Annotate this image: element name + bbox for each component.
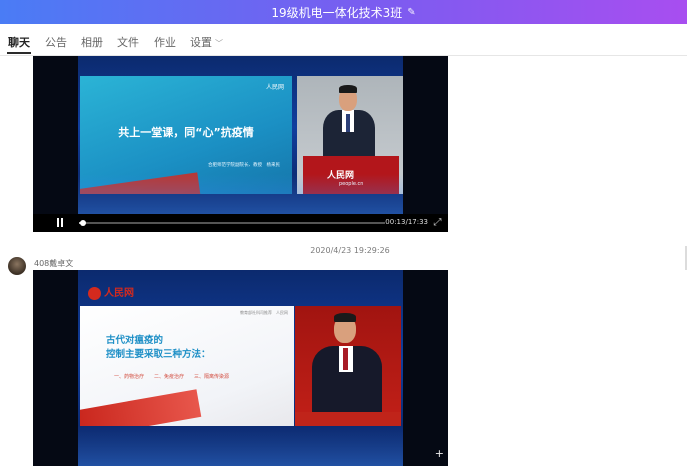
- decorative-swoosh: [80, 389, 202, 426]
- tab-homework[interactable]: 作业: [154, 34, 176, 50]
- time-display: 00:13/17:33: [385, 218, 428, 226]
- chat-area[interactable]: 人民网 共上一堂课，同“心”抗疫情 合肥师范学院副院长、教授 杨来民 人民网 p…: [0, 56, 687, 466]
- group-title[interactable]: 19级机电一体化技术3班: [271, 4, 402, 21]
- video-frame: 人民网 教育部社科司推荐 人民网 古代对瘟疫的 控制主要采取三种方法： 一、药物…: [78, 270, 403, 466]
- video-controls: 00:13/17:33 ⤢: [33, 214, 448, 232]
- tab-chat[interactable]: 聊天: [8, 34, 30, 50]
- title-bar: 19级机电一体化技术3班 ✎: [0, 0, 687, 24]
- podium-url: people.cn: [339, 181, 364, 187]
- presentation-slide: 人民网 共上一堂课，同“心”抗疫情 合肥师范学院副院长、教授 杨来民: [80, 76, 292, 194]
- decorative-swoosh: [80, 172, 202, 194]
- logo: 人民网: [88, 284, 134, 300]
- sender-name: 408戴卓文: [34, 259, 74, 268]
- avatar[interactable]: [8, 257, 26, 275]
- progress-knob[interactable]: [79, 220, 86, 226]
- podium: 人民网 people.cn: [303, 156, 399, 194]
- tab-files[interactable]: 文件: [117, 34, 139, 50]
- podium: [295, 412, 401, 426]
- slide-logo: 人民网: [265, 84, 284, 91]
- speaker-image: 人民网 people.cn: [297, 76, 403, 194]
- message-timestamp: 2020/4/23 19:29:26: [310, 246, 390, 255]
- expand-icon[interactable]: +: [435, 447, 444, 460]
- tab-album[interactable]: 相册: [81, 34, 103, 50]
- chevron-down-icon: ﹀: [215, 39, 223, 48]
- slide-header: 教育部社科司推荐 人民网: [240, 310, 288, 315]
- slide-title: 共上一堂课，同“心”抗疫情: [118, 126, 254, 139]
- speaker-image: [295, 306, 401, 426]
- active-tab-indicator: [7, 52, 31, 54]
- pause-icon[interactable]: [56, 218, 64, 227]
- tab-bar: 聊天 公告 相册 文件 作业 设置 ﹀: [0, 24, 687, 56]
- podium-logo: 人民网: [327, 171, 355, 181]
- logo-text: 人民网: [104, 288, 134, 299]
- pencil-icon[interactable]: ✎: [407, 7, 415, 18]
- presentation-slide: 教育部社科司推荐 人民网 古代对瘟疫的 控制主要采取三种方法： 一、药物治疗 二…: [80, 306, 294, 426]
- video-message[interactable]: 人民网 共上一堂课，同“心”抗疫情 合肥师范学院副院长、教授 杨来民 人民网 p…: [33, 56, 448, 232]
- tab-settings[interactable]: 设置 ﹀: [190, 34, 223, 50]
- slide-subtitle: 合肥师范学院副院长、教授 杨来民: [208, 163, 280, 168]
- video-frame: 人民网 共上一堂课，同“心”抗疫情 合肥师范学院副院长、教授 杨来民 人民网 p…: [78, 56, 403, 214]
- logo-icon: [88, 287, 101, 300]
- slide-title: 古代对瘟疫的 控制主要采取三种方法：: [106, 335, 211, 360]
- fullscreen-icon[interactable]: ⤢: [432, 217, 443, 228]
- video-message[interactable]: 人民网 教育部社科司推荐 人民网 古代对瘟疫的 控制主要采取三种方法： 一、药物…: [33, 270, 448, 466]
- progress-bar[interactable]: [79, 220, 385, 226]
- tab-announcement[interactable]: 公告: [45, 34, 67, 50]
- tab-settings-label: 设置: [190, 36, 212, 49]
- slide-items: 一、药物治疗 二、免疫治疗 三、隔离传染源: [114, 374, 230, 380]
